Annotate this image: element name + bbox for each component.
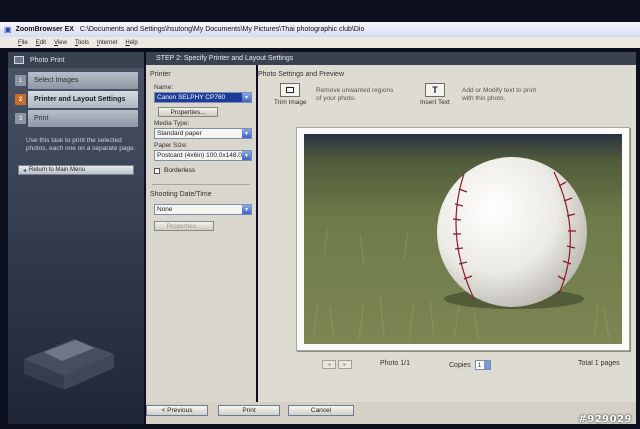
copies-stepper[interactable]: 1 — [474, 360, 491, 370]
insert-text-tool[interactable]: T Insert Text — [420, 83, 450, 106]
watermark: #929029 — [578, 414, 632, 425]
copies-label: Copies — [449, 361, 471, 369]
printer-name-label: Name: — [154, 84, 174, 91]
total-pages: Total 1 pages — [578, 360, 620, 367]
step-number: 1 — [15, 75, 26, 86]
insert-text-label: Insert Text — [420, 99, 450, 106]
printer-name-value: Canon SELPHY CP760 — [157, 94, 226, 101]
menu-tools[interactable]: Tools — [75, 40, 89, 46]
menu-internet[interactable]: Internet — [97, 40, 117, 46]
spinner-arrows-icon[interactable] — [483, 361, 490, 369]
shooting-date-value: None — [157, 206, 173, 213]
dropdown-arrow-icon[interactable]: ▼ — [242, 151, 251, 160]
return-main-menu-button[interactable]: ◂ Return to Main Menu — [18, 165, 134, 175]
menu-bar: File Edit View Tools Internet Help — [0, 37, 640, 48]
step-label: Print — [34, 115, 49, 122]
paper-size-select[interactable]: Postcard (4x6in) 100.0x148.0 ▼ — [154, 150, 252, 161]
printer-illustration — [24, 339, 114, 390]
text-icon[interactable]: T — [424, 83, 445, 97]
next-photo-button[interactable]: ▸ — [338, 360, 352, 369]
paper-size-label: Paper Size: — [154, 142, 188, 149]
divider — [152, 184, 250, 185]
back-arrow-icon: ◂ — [23, 167, 27, 174]
print-button[interactable]: Print — [218, 405, 280, 416]
step-header: STEP 2: Specify Printer and Layout Setti… — [146, 52, 636, 65]
step-label: Printer and Layout Settings — [34, 96, 126, 103]
borderless-checkbox[interactable]: Borderless — [154, 167, 252, 174]
title-bar: ▣ ZoomBrowser EX C:\Documents and Settin… — [0, 22, 640, 37]
step-number: 3 — [15, 113, 26, 124]
shooting-date-properties-button[interactable]: Properties... — [154, 221, 214, 231]
bottom-button-bar: < Previous Print Cancel — [146, 402, 636, 424]
photo-counter: Photo 1/1 — [380, 360, 410, 367]
checkbox-box[interactable] — [154, 167, 160, 174]
previous-button[interactable]: < Previous — [146, 405, 208, 416]
dropdown-arrow-icon[interactable]: ▼ — [242, 93, 251, 102]
task-description: Use this task to print the selected phot… — [26, 137, 136, 152]
app-icon: ▣ — [4, 25, 12, 34]
previous-photo-button[interactable]: ◂ — [322, 360, 336, 369]
shooting-date-title: Shooting Date/Time — [150, 191, 212, 198]
photo-print-icon — [14, 56, 24, 64]
trim-image-tool[interactable]: Trim Image — [274, 83, 307, 106]
menu-file[interactable]: File — [18, 40, 28, 46]
shooting-date-select[interactable]: None ▼ — [154, 204, 252, 215]
copies-value: 1 — [477, 361, 482, 369]
cancel-button[interactable]: Cancel — [288, 405, 354, 416]
step-number: 2 — [15, 94, 26, 105]
printer-section-title: Printer — [150, 71, 171, 78]
app-title: ZoomBrowser EX — [15, 26, 74, 33]
borderless-label: Borderless — [164, 167, 196, 174]
step-label: Select Images — [34, 77, 79, 84]
task-pane-header: Photo Print — [8, 52, 144, 68]
menu-help[interactable]: Help — [125, 40, 137, 46]
menu-edit[interactable]: Edit — [36, 40, 46, 46]
baseball-photo — [304, 134, 622, 344]
copies-control: Copies 1 — [449, 360, 491, 370]
media-type-value: Standard paper — [157, 130, 202, 137]
media-type-select[interactable]: Standard paper ▼ — [154, 128, 252, 139]
step-print[interactable]: 3 Print — [15, 110, 138, 127]
trim-image-label: Trim Image — [274, 99, 307, 106]
task-pane: Photo Print 1 Select Images 2 Printer an… — [8, 52, 144, 424]
photo-navigation: ◂ ▸ — [322, 360, 354, 369]
return-label: Return to Main Menu — [29, 167, 86, 173]
printer-name-select[interactable]: Canon SELPHY CP760 ▼ — [154, 92, 252, 103]
printer-settings-panel: Printer Name: Canon SELPHY CP760 ▼ Prope… — [146, 65, 256, 402]
step-list: 1 Select Images 2 Printer and Layout Set… — [8, 72, 144, 127]
media-type-label: Media Type: — [154, 120, 190, 127]
trim-icon[interactable] — [280, 83, 301, 97]
task-pane-title: Photo Print — [30, 56, 65, 64]
dropdown-arrow-icon[interactable]: ▼ — [242, 129, 251, 138]
preview-header: Photo Settings and Preview — [258, 71, 344, 78]
dropdown-arrow-icon[interactable]: ▼ — [242, 205, 251, 214]
window-path: C:\Documents and Settings\hsutong\My Doc… — [79, 26, 365, 33]
text-description: Add or Modify text to print with this ph… — [462, 87, 537, 102]
print-preview-page — [296, 127, 630, 351]
menu-view[interactable]: View — [54, 40, 67, 46]
printer-properties-button[interactable]: Properties... — [158, 107, 218, 117]
preview-panel: Photo Settings and Preview Trim Image Re… — [258, 65, 636, 402]
step-select-images[interactable]: 1 Select Images — [15, 72, 138, 89]
step-printer-layout[interactable]: 2 Printer and Layout Settings — [15, 91, 138, 108]
paper-size-value: Postcard (4x6in) 100.0x148.0 — [157, 152, 242, 159]
trim-description: Remove unwanted regions of your photo. — [316, 87, 394, 102]
